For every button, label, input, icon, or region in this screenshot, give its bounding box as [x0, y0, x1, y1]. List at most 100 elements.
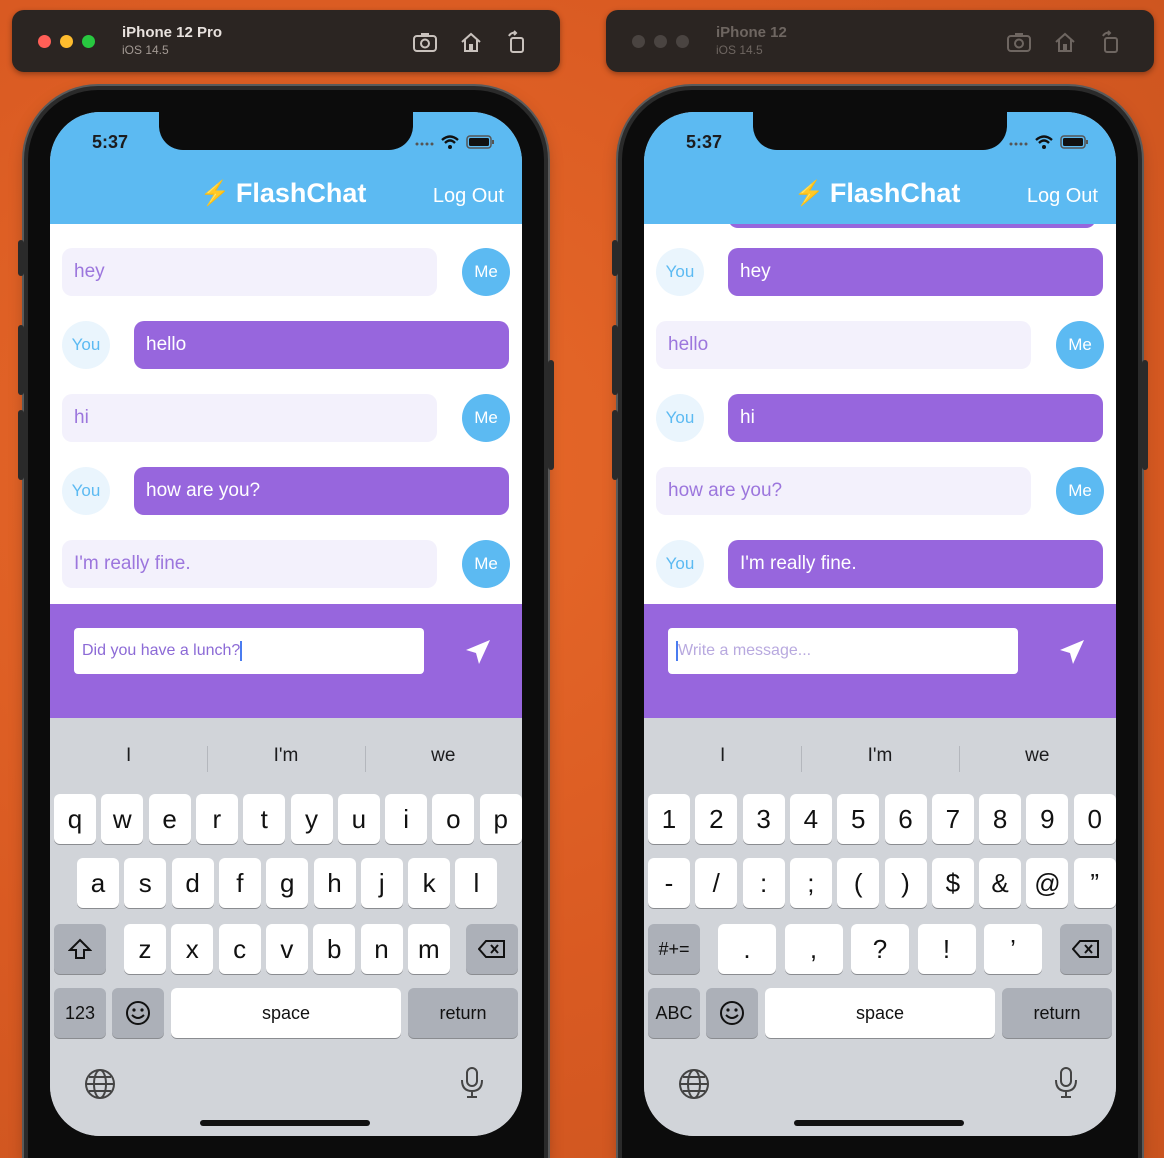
key-punctuation[interactable]: , — [784, 924, 843, 974]
key-symbol[interactable]: ” — [1073, 858, 1116, 908]
key-m[interactable]: m — [407, 924, 450, 974]
symbols-key[interactable]: #+= — [648, 924, 700, 974]
shift-key[interactable] — [54, 924, 106, 974]
key-punctuation[interactable]: ! — [917, 924, 976, 974]
globe-icon[interactable] — [678, 1068, 710, 1100]
key-v[interactable]: v — [265, 924, 308, 974]
screenshot-icon[interactable] — [412, 30, 438, 54]
key-number[interactable]: 4 — [789, 794, 832, 844]
key-number[interactable]: 7 — [931, 794, 974, 844]
key-symbol[interactable]: & — [979, 858, 1022, 908]
send-icon[interactable] — [1058, 638, 1086, 666]
delete-key[interactable] — [1060, 924, 1112, 974]
key-symbol[interactable]: ( — [837, 858, 880, 908]
close-button[interactable] — [38, 35, 51, 48]
key-number[interactable]: 1 — [648, 794, 690, 844]
key-symbol[interactable]: @ — [1026, 858, 1069, 908]
suggestion-item[interactable]: we — [364, 728, 522, 784]
key-h[interactable]: h — [313, 858, 356, 908]
message-row: I'm really fine. Me — [50, 540, 522, 592]
key-g[interactable]: g — [266, 858, 309, 908]
message-input[interactable]: Did you have a lunch? — [74, 628, 424, 674]
close-button[interactable] — [632, 35, 645, 48]
key-number[interactable]: 6 — [884, 794, 927, 844]
key-symbol[interactable]: / — [695, 858, 738, 908]
key-o[interactable]: o — [432, 794, 475, 844]
key-s[interactable]: s — [124, 858, 167, 908]
key-punctuation[interactable]: . — [718, 924, 776, 974]
key-c[interactable]: c — [218, 924, 261, 974]
key-p[interactable]: p — [479, 794, 522, 844]
keyboard-mode-key[interactable]: ABC — [648, 988, 700, 1038]
key-a[interactable]: a — [77, 858, 119, 908]
wifi-icon — [440, 134, 460, 150]
suggestion-item[interactable]: I — [644, 728, 801, 784]
key-l[interactable]: l — [455, 858, 498, 908]
avatar-me: Me — [462, 394, 510, 442]
key-q[interactable]: q — [54, 794, 96, 844]
key-w[interactable]: w — [101, 794, 144, 844]
message-input[interactable]: Write a message... — [668, 628, 1018, 674]
key-r[interactable]: r — [195, 794, 238, 844]
send-icon[interactable] — [464, 638, 492, 666]
space-key[interactable]: space — [765, 988, 995, 1038]
delete-key[interactable] — [466, 924, 518, 974]
key-y[interactable]: y — [290, 794, 333, 844]
home-icon[interactable] — [458, 30, 484, 54]
home-icon[interactable] — [1052, 30, 1078, 54]
key-symbol[interactable]: ) — [884, 858, 927, 908]
key-f[interactable]: f — [218, 858, 261, 908]
key-punctuation[interactable]: ’ — [984, 924, 1042, 974]
globe-icon[interactable] — [84, 1068, 116, 1100]
side-button — [612, 240, 618, 276]
suggestion-item[interactable]: I — [50, 728, 207, 784]
zoom-button[interactable] — [82, 35, 95, 48]
key-n[interactable]: n — [360, 924, 403, 974]
logout-button[interactable]: Log Out — [1027, 185, 1098, 208]
logout-button[interactable]: Log Out — [433, 185, 504, 208]
key-z[interactable]: z — [124, 924, 166, 974]
emoji-key[interactable] — [112, 988, 164, 1038]
key-symbol[interactable]: ; — [789, 858, 832, 908]
rotate-icon[interactable] — [504, 30, 530, 54]
emoji-key[interactable] — [706, 988, 758, 1038]
suggestion-item[interactable]: I'm — [801, 728, 958, 784]
key-d[interactable]: d — [171, 858, 214, 908]
message-composer: Write a message... — [644, 604, 1116, 718]
key-k[interactable]: k — [408, 858, 451, 908]
minimize-button[interactable] — [654, 35, 667, 48]
key-b[interactable]: b — [313, 924, 356, 974]
key-symbol[interactable]: $ — [931, 858, 974, 908]
key-e[interactable]: e — [148, 794, 191, 844]
return-key[interactable]: return — [408, 988, 518, 1038]
screenshot-icon[interactable] — [1006, 30, 1032, 54]
rotate-icon[interactable] — [1098, 30, 1124, 54]
key-punctuation[interactable]: ? — [851, 924, 909, 974]
microphone-icon[interactable] — [458, 1066, 486, 1100]
zoom-button[interactable] — [676, 35, 689, 48]
message-row: hello You — [50, 321, 522, 373]
key-number[interactable]: 0 — [1073, 794, 1116, 844]
suggestion-item[interactable]: I'm — [207, 728, 364, 784]
key-number[interactable]: 8 — [979, 794, 1022, 844]
key-i[interactable]: i — [385, 794, 428, 844]
minimize-button[interactable] — [60, 35, 73, 48]
key-number[interactable]: 9 — [1026, 794, 1069, 844]
space-key[interactable]: space — [171, 988, 401, 1038]
key-t[interactable]: t — [243, 794, 286, 844]
key-u[interactable]: u — [337, 794, 380, 844]
suggestion-item[interactable]: we — [958, 728, 1116, 784]
keyboard-mode-key[interactable]: 123 — [54, 988, 106, 1038]
key-symbol[interactable]: - — [648, 858, 690, 908]
return-key[interactable]: return — [1002, 988, 1112, 1038]
avatar-you: You — [656, 248, 704, 296]
key-number[interactable]: 2 — [695, 794, 738, 844]
key-x[interactable]: x — [171, 924, 214, 974]
key-symbol[interactable]: : — [742, 858, 785, 908]
key-number[interactable]: 5 — [837, 794, 880, 844]
key-j[interactable]: j — [360, 858, 403, 908]
delete-icon — [478, 940, 505, 958]
phone-screen: ⚡ FlashChat Log Out 5:37 hey Me hello You hi Me ho… — [50, 112, 522, 1136]
microphone-icon[interactable] — [1052, 1066, 1080, 1100]
key-number[interactable]: 3 — [742, 794, 785, 844]
